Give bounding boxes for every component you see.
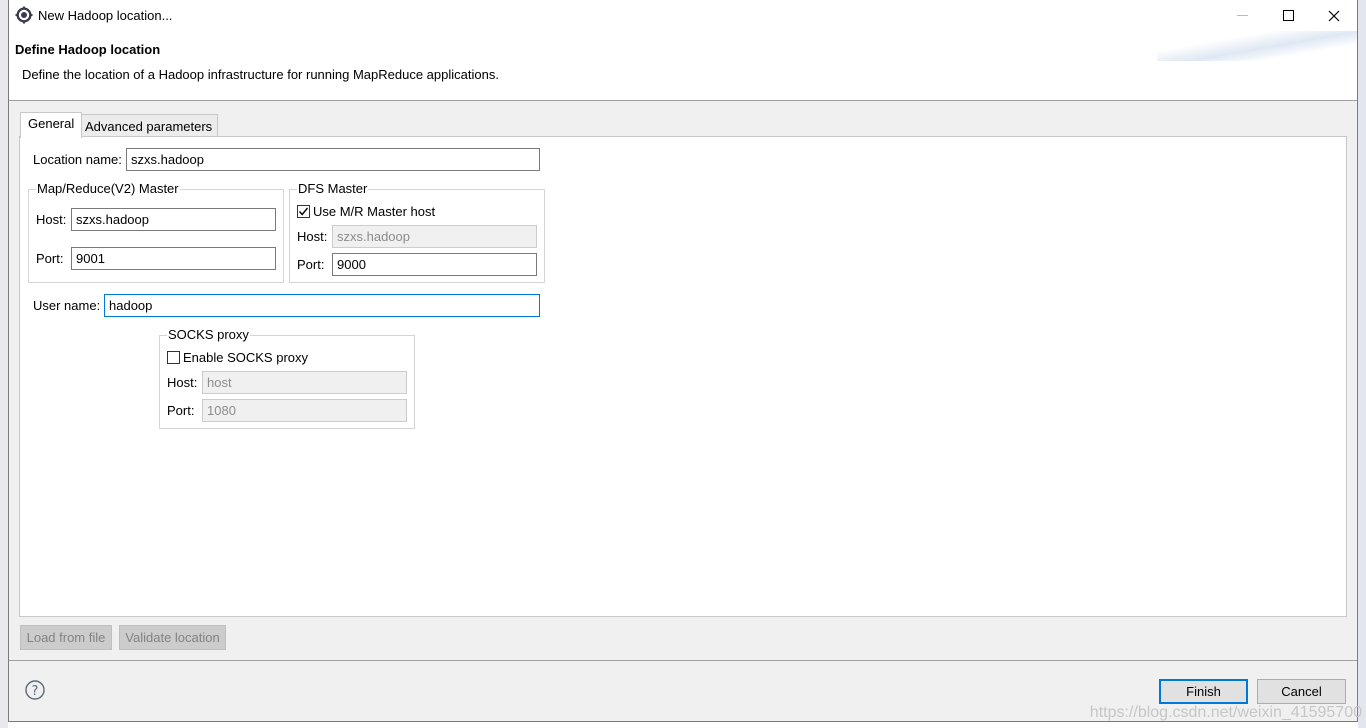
- socks-port-input[interactable]: 1080: [202, 399, 407, 422]
- validate-location-button[interactable]: Validate location: [119, 625, 226, 650]
- minimize-icon: [1236, 15, 1248, 16]
- close-icon: [1328, 10, 1340, 21]
- window-title: New Hadoop location...: [38, 8, 173, 23]
- tab-general[interactable]: General: [20, 112, 83, 138]
- svg-text:?: ?: [32, 684, 39, 699]
- wizard-banner: Define Hadoop location Define the locati…: [9, 31, 1357, 101]
- help-icon[interactable]: ?: [25, 680, 45, 700]
- mr-master-group: Map/Reduce(V2) Master Host: szxs.hadoop …: [28, 181, 284, 283]
- banner-description: Define the location of a Hadoop infrastr…: [22, 67, 499, 82]
- cancel-button[interactable]: Cancel: [1257, 679, 1346, 704]
- dialog-window: New Hadoop location... Define Hadoop loc…: [8, 0, 1358, 722]
- dfs-host-label: Host:: [297, 229, 328, 244]
- socks-proxy-group: SOCKS proxy Enable SOCKS proxy Host: hos…: [159, 327, 415, 429]
- load-from-file-button[interactable]: Load from file: [20, 625, 112, 650]
- dfs-host-input[interactable]: szxs.hadoop: [332, 225, 537, 248]
- location-name-input[interactable]: szxs.hadoop: [126, 148, 540, 171]
- footer-separator: [9, 660, 1357, 661]
- checkmark-icon: [298, 207, 309, 216]
- finish-button[interactable]: Finish: [1159, 679, 1248, 704]
- mr-master-title: Map/Reduce(V2) Master: [36, 181, 180, 196]
- maximize-icon: [1282, 10, 1294, 21]
- tab-advanced-parameters[interactable]: Advanced parameters: [79, 114, 219, 137]
- enable-socks-label[interactable]: Enable SOCKS proxy: [183, 350, 308, 365]
- location-name-label: Location name:: [33, 152, 122, 167]
- minimize-button[interactable]: [1219, 0, 1265, 31]
- dfs-master-group: DFS Master Use M/R Master host Host: szx…: [289, 181, 545, 283]
- watermark: https://blog.csdn.net/weixin_41595700: [1089, 704, 1362, 721]
- banner-title: Define Hadoop location: [15, 42, 161, 57]
- socks-proxy-title: SOCKS proxy: [167, 327, 250, 342]
- socks-host-input[interactable]: host: [202, 371, 407, 394]
- dfs-port-label: Port:: [297, 257, 325, 272]
- banner-decoration: [1157, 31, 1357, 61]
- background-window-right: [1358, 0, 1366, 728]
- user-name-label: User name:: [33, 298, 101, 313]
- dfs-master-title: DFS Master: [297, 181, 369, 196]
- use-mr-host-label[interactable]: Use M/R Master host: [313, 204, 435, 219]
- use-mr-host-checkbox[interactable]: [297, 205, 310, 218]
- dfs-port-input[interactable]: 9000: [332, 253, 537, 276]
- general-tab-panel: Location name: szxs.hadoop Map/Reduce(V2…: [19, 136, 1347, 617]
- socks-port-label: Port:: [167, 403, 195, 418]
- close-button[interactable]: [1311, 0, 1357, 31]
- background-window: [0, 0, 8, 728]
- socks-host-label: Host:: [167, 375, 198, 390]
- mr-host-input[interactable]: szxs.hadoop: [71, 208, 276, 231]
- enable-socks-checkbox[interactable]: [167, 351, 180, 364]
- user-name-input[interactable]: hadoop: [104, 294, 540, 317]
- maximize-button[interactable]: [1265, 0, 1311, 31]
- mr-host-label: Host:: [36, 212, 67, 227]
- mr-port-label: Port:: [36, 251, 64, 266]
- title-bar[interactable]: New Hadoop location...: [9, 0, 1357, 31]
- mr-port-input[interactable]: 9001: [71, 247, 276, 270]
- gear-icon: [15, 6, 33, 24]
